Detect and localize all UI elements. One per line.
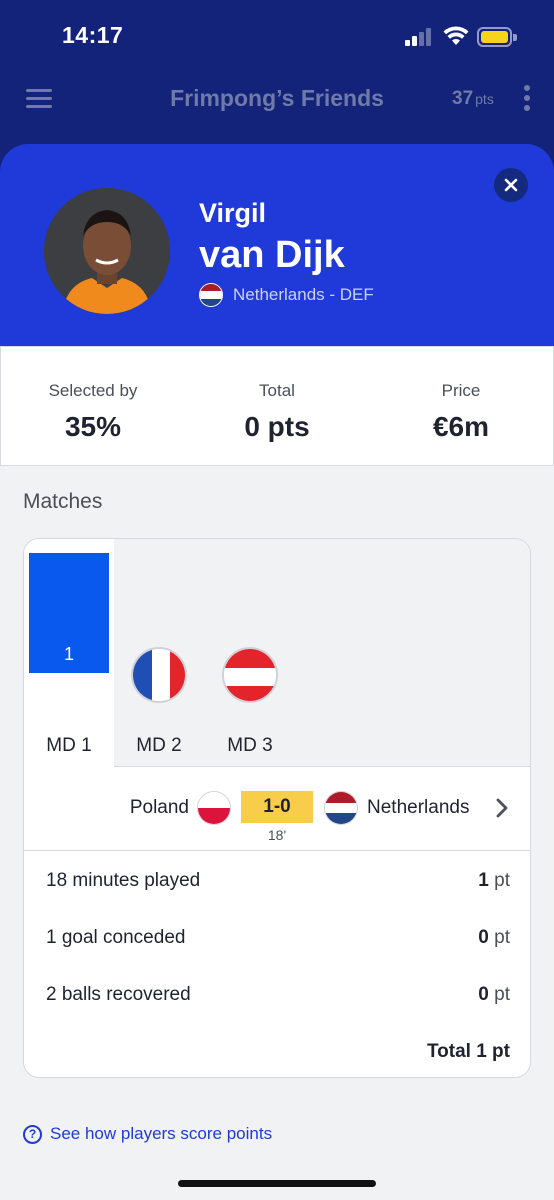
league-points: 37 pts <box>452 88 494 110</box>
stat-label: Price <box>441 381 481 400</box>
status-time: 14:17 <box>62 22 124 48</box>
breakdown-row: 18 minutes played 1 pt <box>24 852 530 909</box>
matches-card: 1 MD 1 MD 2 MD 3 Poland 1-0 18' Netherla… <box>23 538 531 1078</box>
tab-label: MD 3 <box>227 735 273 756</box>
stat-price: Price €6m <box>369 347 553 465</box>
poland-flag-icon <box>197 791 231 825</box>
stat-label: Selected by <box>48 381 138 400</box>
matchday-tabs: 1 MD 1 MD 2 MD 3 <box>24 539 530 767</box>
france-flag-icon <box>131 647 187 703</box>
stat-selected-by: Selected by 35% <box>1 347 185 465</box>
breakdown-points: 0 pt <box>478 984 510 1005</box>
player-photo <box>44 188 170 314</box>
close-icon <box>504 178 518 192</box>
md1-points-bar: 1 <box>29 553 109 673</box>
scoring-help-link[interactable]: ? See how players score points <box>23 1124 272 1144</box>
help-link-text: See how players score points <box>50 1124 273 1143</box>
away-team: Netherlands <box>367 797 470 818</box>
breakdown-description: 1 goal conceded <box>46 927 186 948</box>
wifi-icon <box>443 26 469 45</box>
tab-md3[interactable]: MD 3 <box>205 539 295 767</box>
chevron-right-icon <box>496 798 508 818</box>
home-indicator[interactable] <box>178 1180 376 1187</box>
stat-value: €6m <box>432 411 490 442</box>
hamburger-icon[interactable] <box>26 87 54 109</box>
cellular-signal-icon <box>405 28 433 46</box>
stat-label: Total <box>259 381 295 400</box>
matches-heading: Matches <box>23 490 103 513</box>
breakdown-description: 2 balls recovered <box>46 984 191 1005</box>
breakdown-points: 1 pt <box>478 870 510 891</box>
netherlands-flag-icon <box>199 283 223 307</box>
player-first-name: Virgil <box>199 198 267 228</box>
breakdown-points: 0 pt <box>478 927 510 948</box>
player-last-name: van Dijk <box>199 234 345 276</box>
fixture-row[interactable]: Poland 1-0 18' Netherlands <box>24 767 530 851</box>
player-nation-position: Netherlands - DEF <box>199 282 374 308</box>
player-header: Virgil van Dijk Netherlands - DEF <box>0 144 554 346</box>
close-button[interactable] <box>494 168 528 202</box>
breakdown-description: 18 minutes played <box>46 870 201 891</box>
player-stats: Selected by 35% Total 0 pts Price €6m <box>0 346 554 466</box>
md1-points: 1 <box>63 644 74 664</box>
netherlands-flag-icon <box>324 791 358 825</box>
breakdown-row: 1 goal conceded 0 pt <box>24 909 530 966</box>
stat-value: 0 pts <box>244 411 310 442</box>
points-value: 37 <box>452 88 474 109</box>
breakdown-total-row: Total 1 pt <box>24 1023 530 1077</box>
help-icon: ? <box>23 1124 42 1144</box>
breakdown-total: Total 1 pt <box>426 1041 510 1062</box>
stat-value: 35% <box>64 411 122 442</box>
status-bar: 14:17 <box>0 0 554 70</box>
breakdown-row: 2 balls recovered 0 pt <box>24 966 530 1023</box>
tab-md2[interactable]: MD 2 <box>114 539 204 767</box>
match-minute: 18' <box>267 827 287 843</box>
tab-label: MD 1 <box>46 735 92 756</box>
austria-flag-icon <box>222 647 278 703</box>
home-team: Poland <box>129 797 189 818</box>
more-vertical-icon[interactable] <box>524 84 530 112</box>
league-title: Frimpong’s Friends <box>170 85 384 111</box>
match-score: 1-0 <box>241 791 313 823</box>
tab-md1[interactable]: 1 MD 1 <box>24 539 114 767</box>
battery-icon <box>477 27 517 47</box>
points-unit: pts <box>475 91 494 107</box>
tab-label: MD 2 <box>136 735 182 756</box>
stat-total: Total 0 pts <box>185 347 369 465</box>
nation-position-text: Netherlands - DEF <box>233 285 374 304</box>
app-bar: Frimpong’s Friends 37 pts <box>0 74 554 124</box>
